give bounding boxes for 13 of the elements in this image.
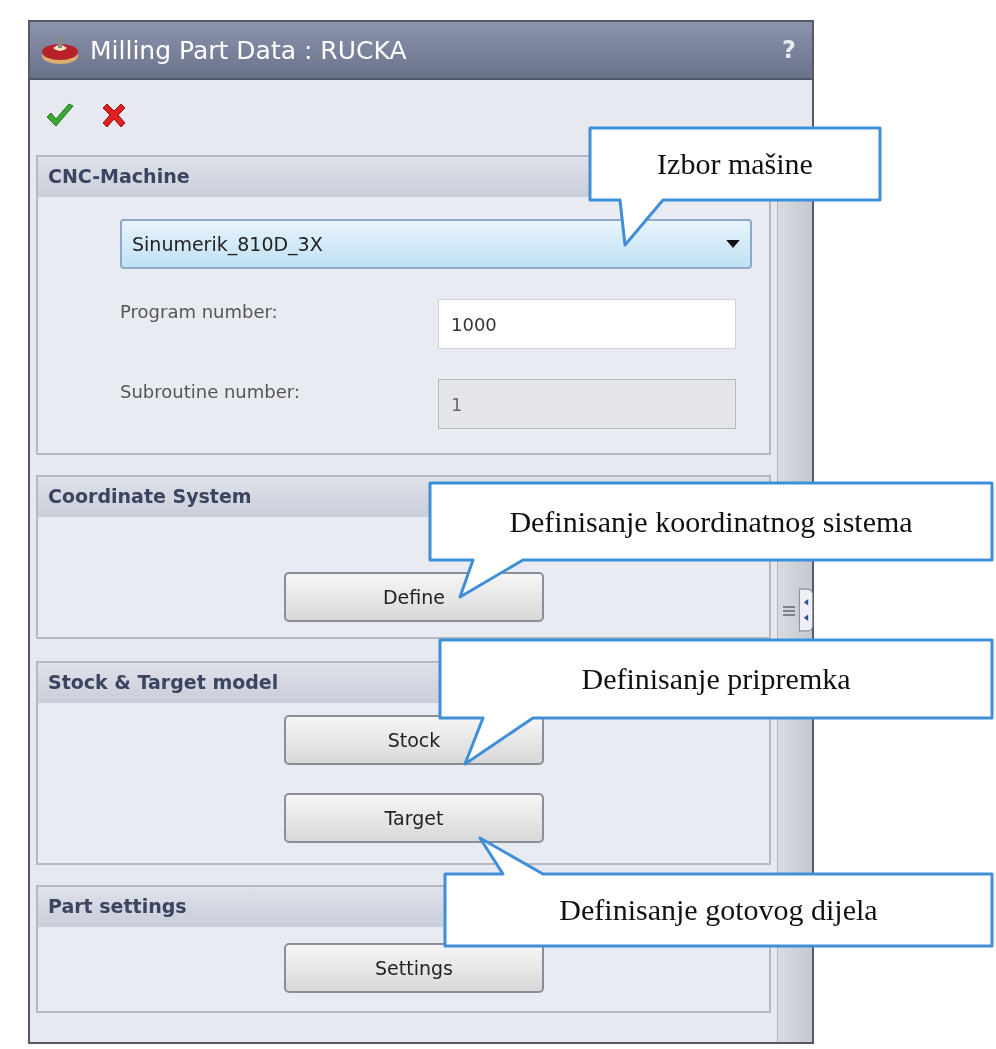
action-button[interactable]: Define bbox=[284, 572, 544, 622]
grip-icon[interactable] bbox=[782, 604, 796, 618]
machine-dropdown[interactable]: Sinumerik_810D_3X bbox=[120, 219, 752, 269]
action-button[interactable]: Target bbox=[284, 793, 544, 843]
number-field[interactable]: 1000 bbox=[438, 299, 736, 349]
caret-icon bbox=[726, 239, 740, 249]
action-button[interactable]: Settings bbox=[284, 943, 544, 993]
collapse-tab-icon[interactable] bbox=[798, 588, 814, 632]
milling-part-icon bbox=[40, 34, 80, 66]
window-title: Milling Part Data : RUCKA bbox=[90, 35, 408, 65]
field-label: Subroutine number: bbox=[120, 380, 301, 402]
dropdown-value: Sinumerik_810D_3X bbox=[132, 233, 323, 255]
field-label: Program number: bbox=[120, 300, 279, 322]
